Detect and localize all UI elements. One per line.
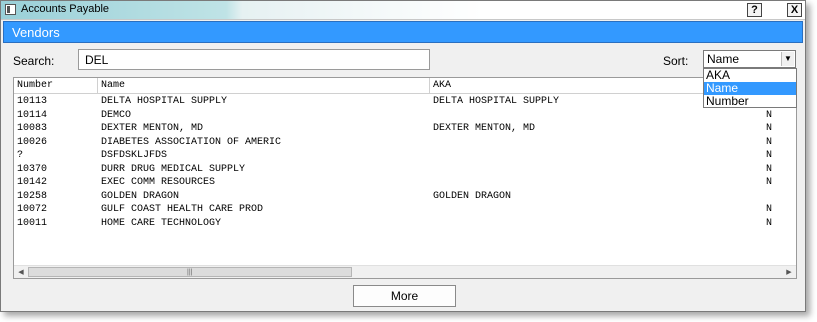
vendor-flag-cell: N (766, 204, 773, 215)
table-header: Number Name AKA (14, 78, 796, 94)
close-button[interactable]: X (787, 3, 802, 17)
search-label: Search: (13, 54, 55, 68)
table-row[interactable]: 10114 DEMCO N (14, 109, 796, 123)
grip-icon: ||| (187, 269, 193, 276)
sort-dropdown-list: AKA Name Number (703, 68, 797, 108)
vendor-flag-cell: N (766, 136, 773, 148)
sort-select[interactable]: Name ▼ (703, 50, 796, 68)
search-input[interactable] (78, 49, 430, 70)
vendor-flag-cell: N (766, 177, 773, 188)
vendor-number-cell: 10114 (17, 109, 48, 121)
vendor-number-cell: 10011 (17, 217, 48, 229)
vendors-header: Vendors (3, 21, 803, 43)
vendor-name-cell: DEMCO (101, 109, 132, 121)
title-bar[interactable]: Accounts Payable ? X (1, 1, 805, 20)
table-row[interactable]: 10072 GULF COAST HEALTH CARE PROD N (14, 203, 796, 217)
vendor-flag-cell: N (766, 217, 773, 229)
sort-label: Sort: (663, 54, 689, 68)
sort-option-number[interactable]: Number (704, 95, 796, 108)
vendor-number-cell: 10113 (17, 96, 48, 107)
help-button[interactable]: ? (747, 3, 762, 17)
vendor-name-cell: GOLDEN DRAGON (101, 190, 180, 202)
vendor-number-cell: 10370 (17, 163, 48, 175)
table-body: 10113 DELTA HOSPITAL SUPPLY DELTA HOSPITAL… (14, 95, 796, 230)
vendor-name-cell: GULF COAST HEALTH CARE PROD (101, 204, 264, 215)
table-row[interactable]: 10142 EXEC COMM RESOURCES N (14, 176, 796, 190)
window-title: Accounts Payable (21, 3, 110, 15)
vendor-number-cell: 10142 (17, 177, 48, 188)
vendor-number-cell: ? (17, 150, 24, 161)
vendor-number-cell: 10026 (17, 136, 48, 148)
vendor-number-cell: 10072 (17, 204, 48, 215)
scrollbar-thumb[interactable]: ||| (28, 267, 352, 277)
window-icon (5, 4, 16, 15)
vendor-name-cell: DIABETES ASSOCIATION OF AMERIC (101, 136, 282, 148)
vendor-name-cell: EXEC COMM RESOURCES (101, 177, 216, 188)
vendor-name-cell: HOME CARE TECHNOLOGY (101, 217, 222, 229)
column-header-name[interactable]: Name (98, 78, 430, 93)
table-row[interactable]: 10011 HOME CARE TECHNOLOGY N (14, 217, 796, 231)
sort-selected-value: Name (707, 52, 740, 66)
vendor-table: Number Name AKA 10113 DELTA HOSPITAL SUPP… (13, 77, 797, 279)
column-header-number[interactable]: Number (14, 78, 98, 93)
accounts-payable-window: Accounts Payable ? X Vendors Search: Sor… (0, 0, 806, 312)
vendor-aka-cell: DELTA HOSPITAL SUPPLY (433, 96, 560, 107)
vendor-name-cell: DURR DRUG MEDICAL SUPPLY (101, 163, 246, 175)
vendor-flag-cell: N (766, 163, 773, 175)
chevron-down-icon[interactable]: ▼ (781, 52, 794, 66)
vendor-name-cell: DEXTER MENTON, MD (101, 123, 204, 134)
vendor-name-cell: DSFDSKLJFDS (101, 150, 168, 161)
table-row[interactable]: 10258 GOLDEN DRAGON GOLDEN DRAGON (14, 190, 796, 204)
vendor-number-cell: 10258 (17, 190, 48, 202)
table-row[interactable]: 10083 DEXTER MENTON, MD DEXTER MENTON, MD N (14, 122, 796, 136)
vendor-flag-cell: N (766, 150, 773, 161)
table-row[interactable]: 10026 DIABETES ASSOCIATION OF AMERIC N (14, 136, 796, 150)
vendor-aka-cell: DEXTER MENTON, MD (433, 123, 536, 134)
vendor-number-cell: 10083 (17, 123, 48, 134)
vendor-flag-cell: N (766, 109, 773, 121)
page-title: Vendors (12, 25, 60, 40)
horizontal-scrollbar[interactable]: ◀ ||| ▶ (14, 265, 796, 278)
vendor-aka-cell: GOLDEN DRAGON (433, 190, 512, 202)
table-row[interactable]: 10370 DURR DRUG MEDICAL SUPPLY N (14, 163, 796, 177)
more-button[interactable]: More (353, 285, 456, 307)
vendor-flag-cell: N (766, 123, 773, 134)
table-row[interactable]: ? DSFDSKLJFDS N (14, 149, 796, 163)
table-row[interactable]: 10113 DELTA HOSPITAL SUPPLY DELTA HOSPITAL… (14, 95, 796, 109)
scroll-right-icon[interactable]: ▶ (783, 267, 795, 278)
vendor-name-cell: DELTA HOSPITAL SUPPLY (101, 96, 228, 107)
scroll-left-icon[interactable]: ◀ (15, 267, 27, 278)
